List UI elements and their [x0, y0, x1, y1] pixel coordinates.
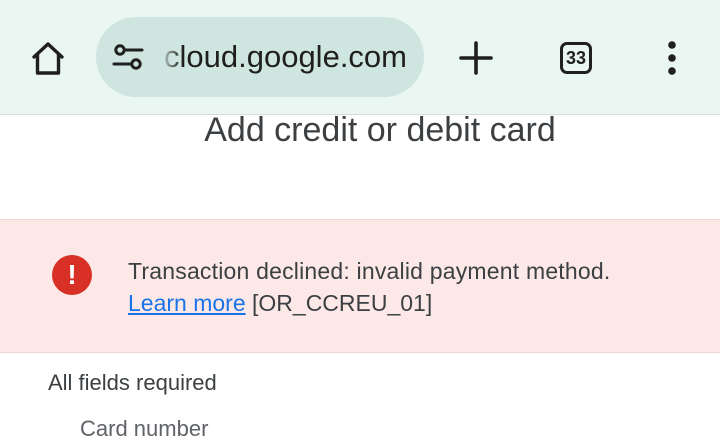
browser-toolbar: cloud.google.com 33 [0, 0, 720, 115]
error-icon: ! [52, 255, 92, 295]
address-bar[interactable]: cloud.google.com [96, 17, 424, 97]
error-code: [OR_CCREU_01] [252, 290, 433, 316]
new-tab-button[interactable] [452, 34, 500, 82]
url-text[interactable]: cloud.google.com [164, 39, 407, 75]
learn-more-link[interactable]: Learn more [128, 290, 246, 316]
more-vert-icon [668, 41, 676, 75]
error-message: Transaction declined: invalid payment me… [128, 258, 611, 284]
tab-switcher-icon: 33 [560, 42, 592, 74]
url-fade [160, 35, 182, 79]
menu-button[interactable] [648, 34, 696, 82]
home-button[interactable] [24, 34, 72, 82]
plus-icon [459, 41, 493, 75]
tab-count: 33 [565, 47, 587, 68]
error-banner: ! Transaction declined: invalid payment … [0, 219, 720, 353]
tune-icon[interactable] [110, 39, 146, 75]
card-number-label: Card number [80, 416, 209, 441]
error-detail: Learn more [OR_CCREU_01] [128, 288, 432, 318]
home-icon [32, 42, 64, 75]
page-title: Add credit or debit card [204, 111, 556, 149]
fields-required-note: All fields required [48, 370, 217, 395]
tab-switcher-button[interactable]: 33 [552, 34, 600, 82]
